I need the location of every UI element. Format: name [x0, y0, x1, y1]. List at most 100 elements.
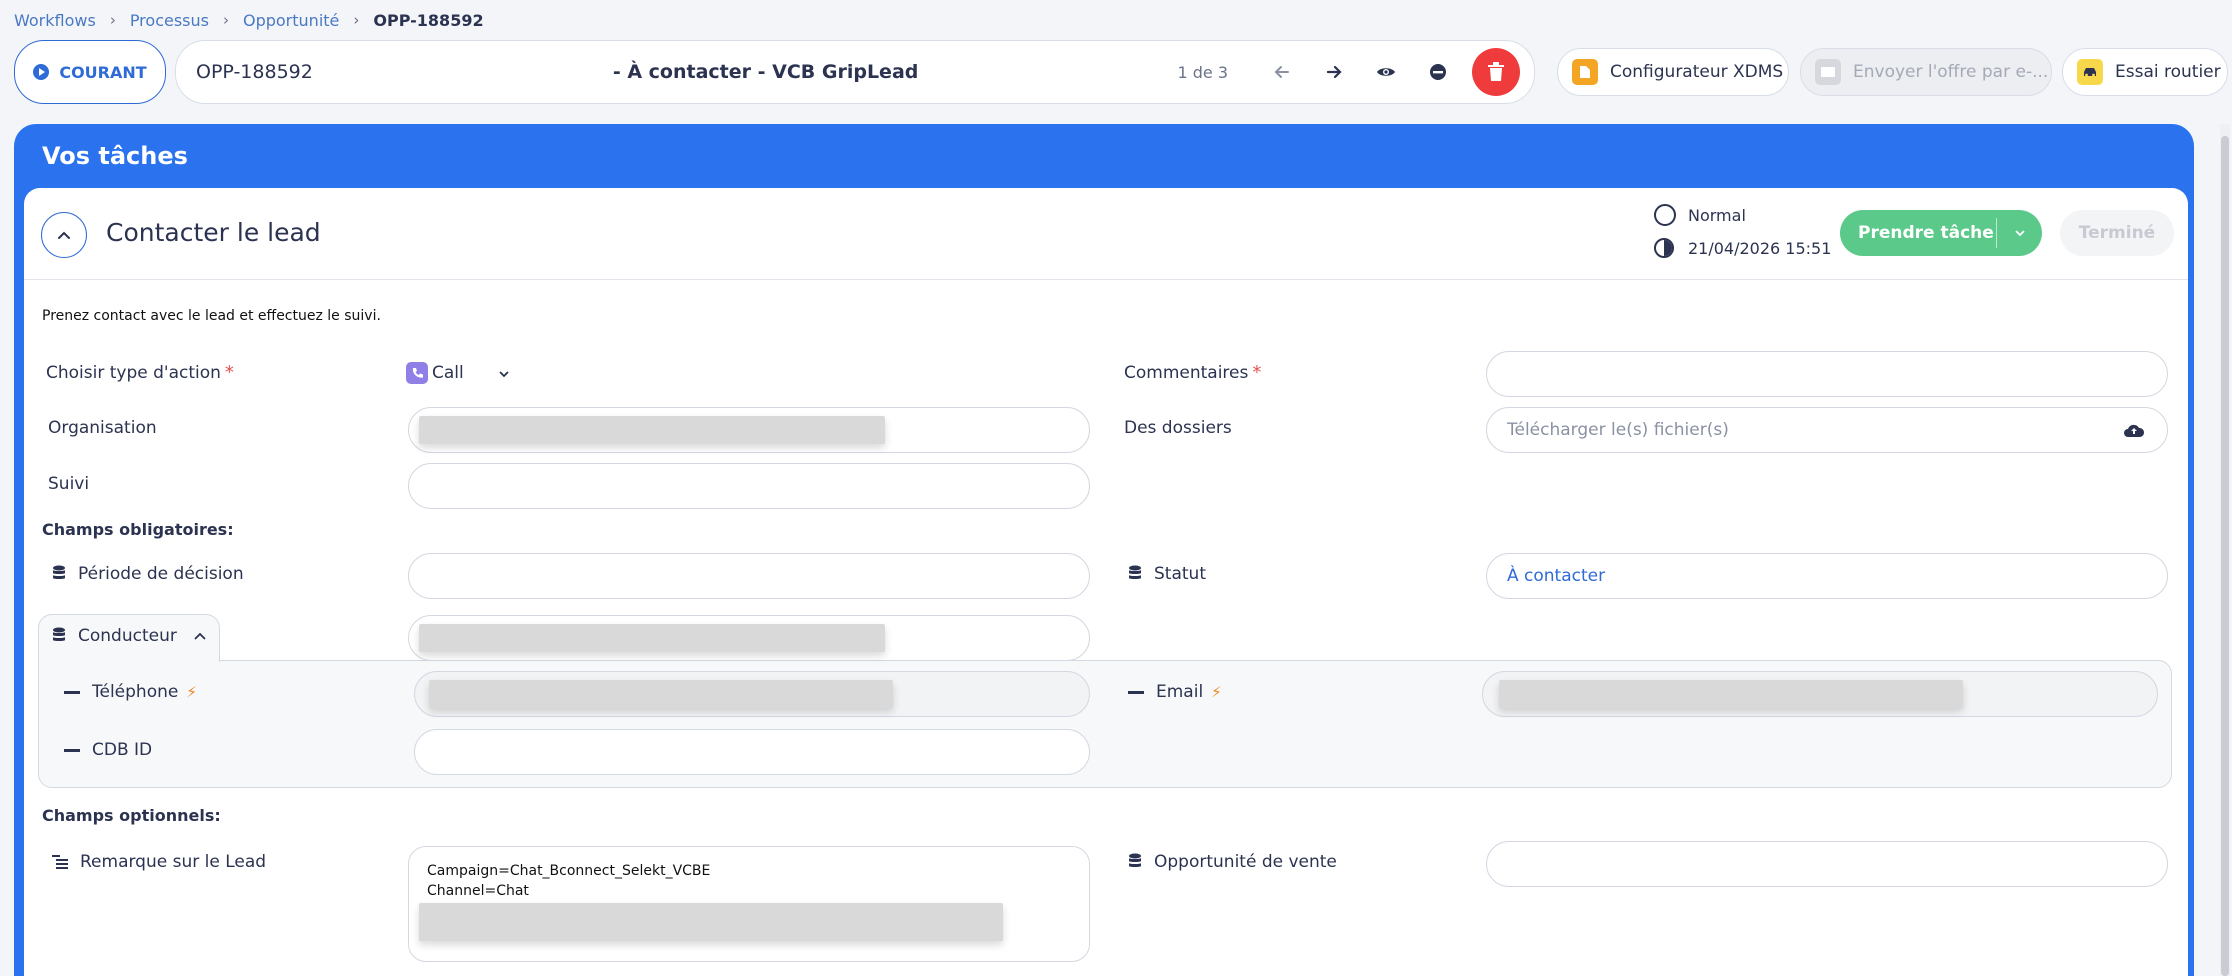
trash-icon: [1488, 62, 1504, 81]
decision-period-input[interactable]: [408, 553, 1090, 599]
eye-icon[interactable]: [1368, 54, 1404, 90]
record-title: - À contacter - VCB GripLead: [612, 61, 919, 83]
files-label: Des dossiers: [1124, 418, 1232, 438]
opportunity-input[interactable]: [1486, 841, 2168, 887]
telephone-input[interactable]: [414, 671, 1090, 717]
remark-line-1: Campaign=Chat_Bconnect_Selekt_VCBE: [427, 863, 711, 879]
bolt-icon: ⚡: [186, 683, 197, 701]
redacted-value: [419, 624, 885, 652]
breadcrumb-opportunite[interactable]: Opportunité: [243, 11, 339, 30]
email-input[interactable]: [1482, 671, 2158, 717]
clock-icon: [1654, 238, 1674, 258]
email-label: Email ⚡: [1128, 682, 1222, 702]
essai-routier-label: Essai routier: [2115, 62, 2221, 82]
decision-period-text: Période de décision: [78, 564, 244, 584]
chevron-down-icon: [498, 363, 510, 383]
statut-value: À contacter: [1507, 566, 1606, 586]
essai-routier-button[interactable]: Essai routier: [2062, 48, 2228, 96]
play-icon: [33, 64, 50, 80]
app-root: Workflows › Processus › Opportunité › OP…: [0, 0, 2232, 976]
cdb-id-label: CDB ID: [64, 740, 152, 760]
file-upload-placeholder: Télécharger le(s) fichier(s): [1507, 420, 1729, 440]
cdb-id-input[interactable]: [414, 729, 1090, 775]
breadcrumb-processus[interactable]: Processus: [130, 11, 209, 30]
vertical-scrollbar[interactable]: [2220, 124, 2230, 976]
statut-field[interactable]: À contacter: [1486, 553, 2168, 599]
database-icon: [1129, 565, 1141, 580]
tasks-panel: Vos tâches Contacter le lead Normal 21/0…: [14, 124, 2194, 976]
panel-title: Vos tâches: [42, 142, 188, 170]
task-card: Contacter le lead Normal 21/04/2026 15:5…: [24, 188, 2188, 976]
organisation-label: Organisation: [48, 418, 157, 438]
configurateur-xdms-label: Configurateur XDMS: [1610, 62, 1784, 82]
pager-count: 1 de 3: [1177, 62, 1228, 82]
optional-section-title: Champs optionnels:: [42, 806, 221, 825]
action-type-label: Choisir type d'action *: [46, 362, 234, 383]
action-type-value: Call: [432, 363, 464, 383]
status-label: COURANT: [59, 62, 147, 82]
remark-text: Remarque sur le Lead: [80, 852, 267, 872]
decision-period-label: Période de décision: [52, 564, 244, 584]
due-date-value: 21/04/2026 15:51: [1688, 238, 1832, 258]
record-title-bar: OPP-188592 - À contacter - VCB GripLead …: [175, 40, 1535, 104]
action-type-select[interactable]: Call: [406, 362, 510, 384]
breadcrumb-workflows[interactable]: Workflows: [14, 11, 96, 30]
opportunity-label: Opportunité de vente: [1128, 852, 1337, 872]
database-icon: [53, 565, 65, 580]
document-icon: [1572, 59, 1598, 85]
task-header: Contacter le lead Normal 21/04/2026 15:5…: [24, 188, 2188, 280]
chevron-right-icon: ›: [222, 11, 229, 29]
comments-label: Commentaires *: [1124, 362, 1261, 383]
redacted-value: [419, 416, 885, 444]
suivi-input[interactable]: [408, 463, 1090, 509]
circle-icon: [1654, 204, 1676, 226]
due-date: 21/04/2026 15:51: [1654, 238, 1831, 258]
task-title: Contacter le lead: [106, 218, 321, 247]
conducteur-input[interactable]: [408, 615, 1090, 661]
mail-icon: [1815, 59, 1841, 85]
take-task-label: Prendre tâche: [1858, 223, 1994, 243]
redacted-value: [419, 903, 1003, 941]
telephone-label: Téléphone ⚡: [64, 682, 197, 702]
organisation-input[interactable]: [408, 407, 1090, 453]
redacted-value: [1499, 680, 1963, 708]
priority-indicator: Normal: [1654, 204, 1746, 226]
collapse-button[interactable]: [41, 212, 87, 258]
chevron-up-icon: [58, 231, 70, 239]
chevron-down-icon[interactable]: [1997, 229, 2042, 237]
scrollbar-thumb[interactable]: [2221, 136, 2229, 976]
required-section-title: Champs obligatoires:: [42, 520, 234, 539]
comments-text: Commentaires: [1124, 362, 1249, 383]
phone-icon: [406, 362, 428, 384]
conducteur-label[interactable]: Conducteur: [52, 626, 207, 646]
chevron-right-icon: ›: [353, 11, 360, 29]
remark-label: Remarque sur le Lead: [52, 852, 266, 872]
action-type-text: Choisir type d'action: [46, 362, 221, 383]
arrow-right-icon[interactable]: [1316, 54, 1352, 90]
take-task-button[interactable]: Prendre tâche: [1840, 210, 2042, 256]
breadcrumb: Workflows › Processus › Opportunité › OP…: [14, 9, 484, 31]
cloud-upload-icon[interactable]: [2123, 422, 2145, 443]
send-offer-button[interactable]: Envoyer l'offre par e-...: [1800, 48, 2052, 96]
minus-icon: [64, 748, 80, 752]
file-upload-field[interactable]: Télécharger le(s) fichier(s): [1486, 407, 2168, 453]
status-button[interactable]: COURANT: [14, 40, 166, 104]
conducteur-text: Conducteur: [78, 626, 177, 646]
required-marker: *: [1252, 362, 1262, 383]
remark-textarea[interactable]: Campaign=Chat_Bconnect_Selekt_VCBE Chann…: [408, 846, 1090, 962]
redacted-value: [429, 680, 893, 708]
arrow-left-icon[interactable]: [1264, 54, 1300, 90]
comments-input[interactable]: [1486, 351, 2168, 397]
done-button[interactable]: Terminé: [2060, 210, 2174, 256]
record-actions: 1 de 3: [1177, 48, 1520, 96]
minus-circle-icon[interactable]: [1420, 54, 1456, 90]
task-description: Prenez contact avec le lead et effectuez…: [42, 308, 381, 324]
align-right-icon: [52, 855, 68, 869]
suivi-label: Suivi: [48, 474, 90, 494]
database-icon: [1129, 853, 1141, 868]
minus-icon: [64, 690, 80, 694]
configurateur-xdms-button[interactable]: Configurateur XDMS: [1557, 48, 1789, 96]
delete-button[interactable]: [1472, 48, 1520, 96]
telephone-text: Téléphone: [92, 682, 179, 702]
chevron-up-icon: [193, 626, 207, 646]
